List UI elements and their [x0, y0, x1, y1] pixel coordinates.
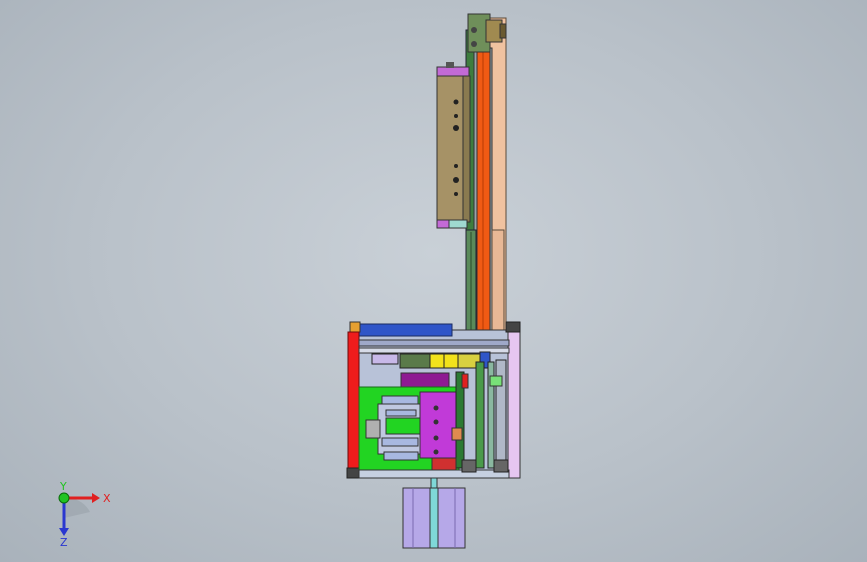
frame-rail[interactable] — [358, 339, 510, 347]
bottom-red-block — [431, 457, 457, 471]
assembly-model[interactable] — [0, 0, 867, 562]
clamp-block — [365, 419, 381, 439]
bottom-plate[interactable] — [358, 469, 510, 479]
connector-block[interactable] — [399, 353, 431, 369]
side-guide[interactable] — [475, 361, 485, 469]
inner-green-slot — [385, 417, 423, 435]
bottom-foot — [493, 459, 509, 473]
bottom-cylinder[interactable] — [402, 487, 466, 549]
connector-block[interactable] — [371, 353, 399, 365]
carriage-hole — [453, 99, 459, 105]
module-hole — [433, 449, 439, 455]
carriage-hole — [454, 192, 458, 196]
x-axis-label: X — [103, 492, 111, 505]
carriage-hole — [454, 114, 458, 118]
frame-right-cap — [505, 321, 521, 333]
motor-bolt — [471, 27, 477, 33]
carriage-hole — [453, 177, 459, 183]
carriage-hole — [454, 164, 458, 168]
connector-block[interactable] — [443, 353, 459, 369]
frame-top-beam[interactable] — [351, 323, 453, 337]
carriage-bracket — [446, 62, 454, 68]
module-hole — [433, 419, 439, 425]
carriage-assembly[interactable] — [436, 62, 471, 229]
column-lower-peach[interactable] — [491, 229, 505, 331]
cylinder[interactable] — [381, 437, 419, 447]
carriage-bottom-cap[interactable] — [436, 219, 450, 229]
frame-left-post[interactable] — [347, 331, 360, 473]
orange-tab — [451, 427, 463, 441]
motor-bolt — [471, 41, 477, 47]
vertical-column[interactable] — [465, 13, 507, 331]
y-axis-dot — [58, 492, 70, 504]
cylinder-rod — [429, 487, 439, 549]
z-axis-label: Z — [60, 536, 68, 548]
connector-block[interactable] — [429, 353, 445, 369]
carriage-plate-side[interactable] — [462, 75, 471, 223]
frame-left-foot — [346, 467, 361, 479]
module-hole — [433, 435, 439, 441]
bottom-foot — [461, 459, 477, 473]
cad-viewport[interactable]: X Y Z — [0, 0, 867, 562]
red-pin — [461, 373, 469, 389]
y-axis-label: Y — [59, 480, 67, 493]
module-hole — [433, 405, 439, 411]
coordinate-triad: X Y Z — [58, 480, 111, 548]
frame-corner-cap — [349, 321, 361, 333]
frame-right-post[interactable] — [507, 329, 521, 479]
x-axis-arrow — [92, 493, 100, 503]
cylinder[interactable] — [381, 395, 419, 405]
cylinder[interactable] — [383, 451, 419, 461]
cylinder[interactable] — [385, 409, 417, 417]
carriage-hole — [453, 125, 459, 131]
green-indicator — [489, 375, 503, 387]
z-axis-arrow — [59, 528, 69, 536]
carriage-bottom-block[interactable] — [448, 219, 468, 229]
magenta-module[interactable] — [419, 391, 457, 459]
top-motor-cap[interactable] — [499, 23, 507, 39]
